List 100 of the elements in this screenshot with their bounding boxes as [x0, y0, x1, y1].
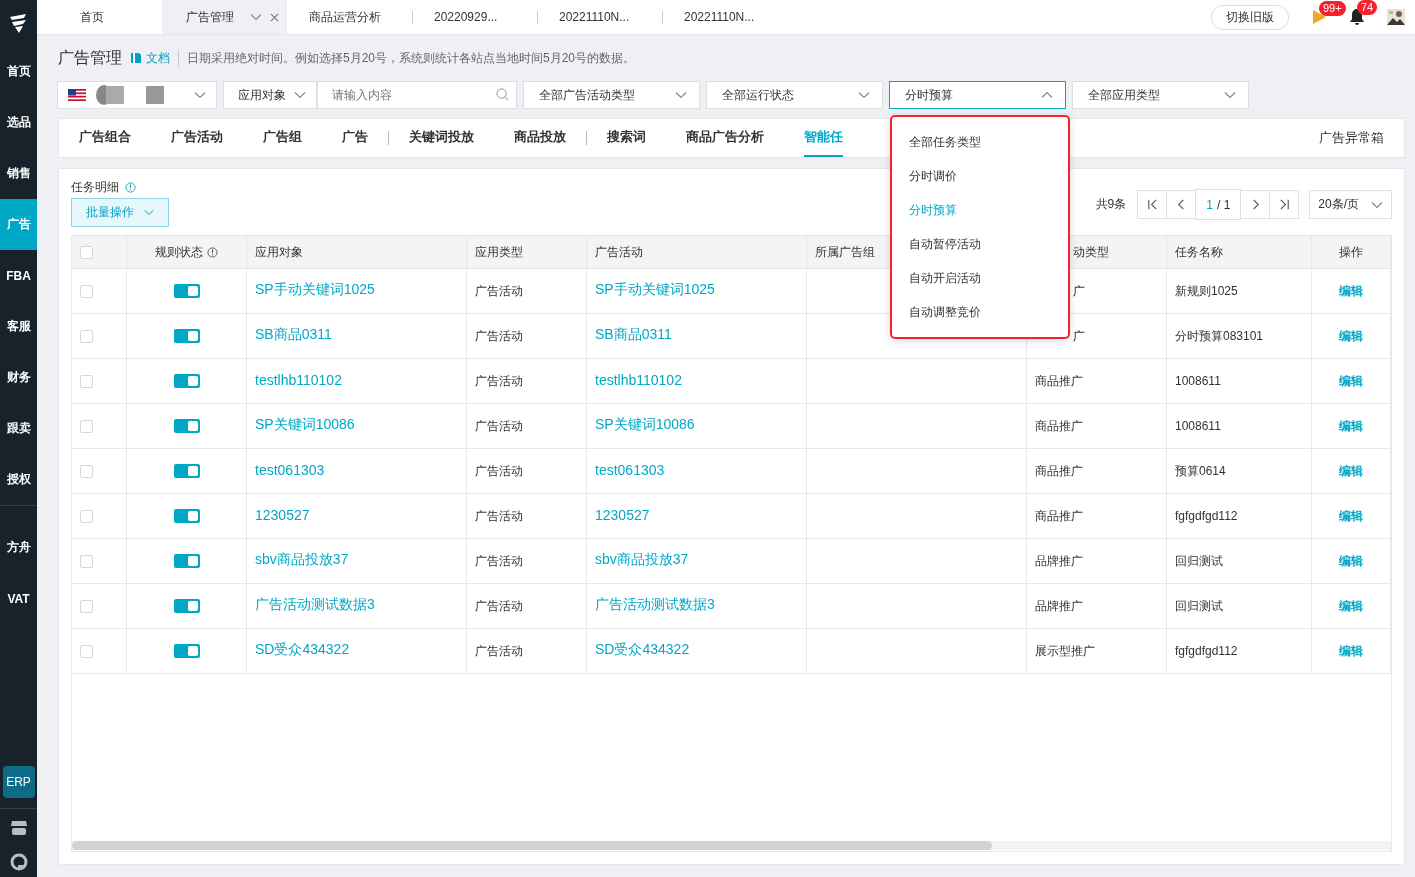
chevron-down-icon [250, 13, 262, 21]
sidebar-item[interactable]: 财务 [0, 352, 37, 403]
chevron-down-icon [144, 209, 154, 216]
table-cell: 品牌推广 [1035, 552, 1083, 570]
first-page-button[interactable] [1137, 190, 1168, 219]
target-select[interactable]: 应用对象 [223, 81, 317, 109]
chevron-down-icon [1224, 91, 1236, 99]
info-icon[interactable] [125, 182, 136, 193]
sidebar-item[interactable]: 选品 [0, 97, 37, 148]
sidebar-item[interactable]: 方舟 [0, 522, 37, 573]
table-cell: 新规则1025 [1175, 282, 1238, 300]
table-cell: 品牌推广 [1035, 597, 1083, 615]
close-icon[interactable] [270, 12, 279, 22]
book-icon [130, 52, 142, 64]
row-checkbox[interactable] [80, 329, 93, 343]
table-cell: 广告活动 [475, 642, 523, 660]
nav-tab[interactable]: 搜索词 [607, 119, 646, 157]
row-checkbox[interactable] [80, 419, 93, 433]
page-tab[interactable]: 商品运营分析 [287, 0, 412, 34]
store-select[interactable] [57, 81, 217, 109]
page-tab[interactable]: 20221110N... [537, 0, 662, 34]
column-header: 应用对象 [247, 236, 467, 269]
search-icon[interactable] [496, 88, 509, 101]
row-checkbox[interactable] [80, 464, 93, 478]
table-cell: 商品推广 [1035, 462, 1083, 480]
filter-select[interactable]: 分时预算 [889, 81, 1066, 109]
table-cell: 广告活动 [475, 372, 523, 390]
sidebar-item[interactable]: 客服 [0, 301, 37, 352]
sidebar-item[interactable]: 销售 [0, 148, 37, 199]
rule-toggle[interactable] [173, 464, 200, 478]
nav-tab[interactable]: 关键词投放 [409, 119, 474, 157]
table-cell: 广 [1073, 282, 1085, 300]
sidebar-item[interactable]: 跟卖 [0, 403, 37, 454]
column-header: 任务名称 [1167, 236, 1312, 269]
info-icon[interactable] [207, 246, 218, 258]
rule-toggle[interactable] [173, 644, 200, 658]
store-icon[interactable] [9, 819, 28, 837]
nav-tab[interactable]: 广告组 [263, 119, 302, 157]
column-header: 操作 [1312, 236, 1391, 269]
table-cell: 1008611 [1175, 374, 1221, 388]
search-field[interactable]: 请输入内容 [317, 81, 517, 109]
rule-toggle[interactable] [173, 554, 200, 568]
filter-select[interactable]: 全部应用类型 [1072, 81, 1249, 109]
nav-tab[interactable]: 广告活动 [171, 119, 223, 157]
sidebar-item[interactable]: FBA [0, 250, 37, 301]
table-cell: 广告活动 [475, 417, 523, 435]
table-cell: 回归测试 [1175, 552, 1223, 570]
scrollbar-thumb[interactable] [72, 841, 992, 850]
row-checkbox[interactable] [80, 284, 93, 298]
headset-icon[interactable] [9, 853, 28, 871]
page-tab[interactable]: 20221110N... [662, 0, 787, 34]
rule-toggle[interactable] [173, 599, 200, 613]
table-cell: 预算0614 [1175, 462, 1226, 480]
table-cell: 分时预算083101 [1175, 327, 1264, 345]
column-header: 应用类型 [467, 236, 587, 269]
row-checkbox[interactable] [80, 599, 93, 613]
sidebar-item[interactable]: 授权 [0, 454, 37, 505]
last-page-button[interactable] [1269, 190, 1300, 219]
rule-toggle[interactable] [173, 329, 200, 343]
dropdown-option[interactable]: 分时调价 [892, 159, 1068, 193]
sidebar-item[interactable]: 首页 [0, 46, 37, 97]
row-checkbox[interactable] [80, 554, 93, 568]
filter-select[interactable]: 全部广告活动类型 [523, 81, 700, 109]
sidebar-item[interactable]: VAT [0, 573, 37, 624]
table-cell: 广告活动 [475, 327, 523, 345]
filter-select[interactable]: 全部运行状态 [706, 81, 883, 109]
rule-toggle[interactable] [173, 419, 200, 433]
page-title: 广告管理 [58, 47, 122, 68]
chevron-down-icon [675, 91, 687, 99]
chevron-up-icon [1041, 91, 1053, 99]
dropdown-option[interactable]: 自动调整竞价 [892, 295, 1068, 329]
select-all-checkbox[interactable] [80, 245, 93, 259]
row-checkbox[interactable] [80, 644, 93, 658]
section-title: 任务明细 [71, 179, 119, 196]
table-cell: 1008611 [1175, 419, 1221, 433]
table-cell: 商品推广 [1035, 507, 1083, 525]
table-cell: 广告活动 [475, 507, 523, 525]
switch-old-version-button[interactable]: 切换旧版 [1211, 4, 1289, 30]
page-size-select[interactable]: 20条/页 [1309, 190, 1392, 219]
page-tab[interactable]: 广告管理 [162, 0, 287, 34]
nav-tab[interactable]: 商品广告分析 [686, 119, 764, 157]
nav-tab[interactable]: 商品投放 [514, 119, 566, 157]
rule-toggle[interactable] [173, 509, 200, 523]
table-cell: 广告活动 [475, 282, 523, 300]
ad-exception-box-link[interactable]: 广告异常箱 [1319, 129, 1384, 147]
rule-toggle[interactable] [173, 374, 200, 388]
row-checkbox[interactable] [80, 509, 93, 523]
table-cell: 商品推广 [1035, 417, 1083, 435]
table-cell: 商品推广 [1035, 372, 1083, 390]
rule-toggle[interactable] [173, 284, 200, 298]
nav-tab[interactable]: 广告 [342, 119, 368, 157]
table-cell: fgfgdfgd112 [1175, 644, 1238, 658]
nav-tab[interactable]: 广告组合 [79, 119, 131, 157]
dropdown-option[interactable]: 全部任务类型 [892, 125, 1068, 159]
chevron-down-icon [858, 91, 870, 99]
erp-button[interactable]: ERP [2, 766, 35, 798]
page-tab[interactable]: 首页 [37, 0, 162, 34]
total-count: 共9条 [1095, 196, 1127, 213]
row-checkbox[interactable] [80, 374, 93, 388]
page-tab[interactable]: 20220929... [412, 0, 537, 34]
